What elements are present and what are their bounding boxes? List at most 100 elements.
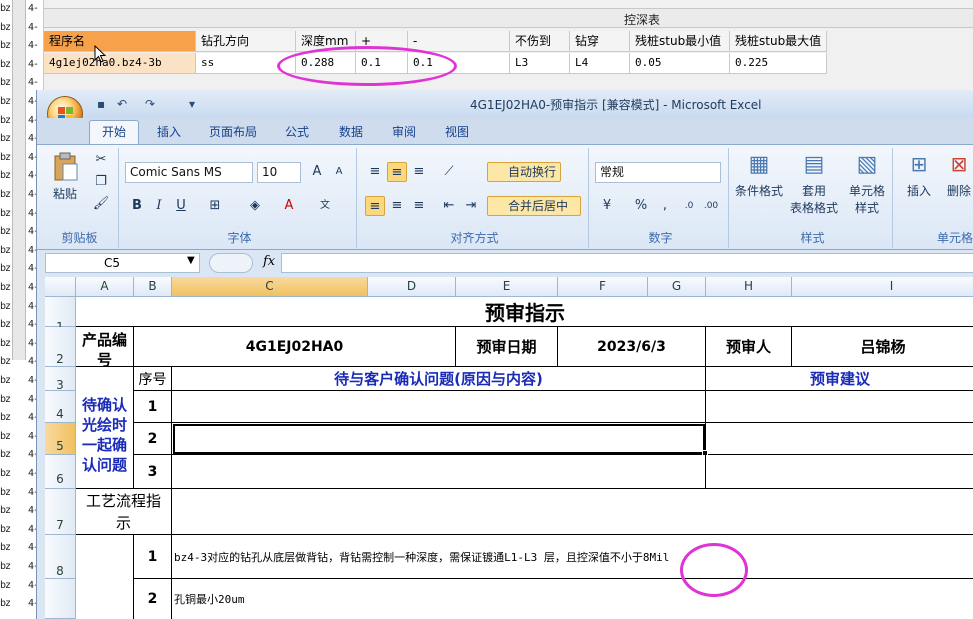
comma-icon[interactable]: , (655, 196, 675, 216)
cell-a3[interactable] (76, 367, 134, 391)
align-top-icon[interactable]: ≡ (365, 162, 385, 182)
grid-header-cell[interactable]: 残桩stub最大值 (730, 31, 827, 52)
insert-function-icon[interactable]: fx (263, 254, 275, 269)
grid-data-cell[interactable]: L3 (510, 53, 570, 74)
tab-page-layout[interactable]: 页面布局 (209, 123, 257, 140)
row-header-1[interactable]: 1 (45, 297, 76, 334)
row-header-2[interactable]: 2 (45, 327, 76, 367)
review-date-label[interactable]: 预审日期 (456, 327, 558, 367)
background-scrollbar[interactable] (12, 0, 26, 360)
grid-data-cell[interactable]: 4g1ej02ha0.bz4-3b (44, 53, 196, 74)
number-format-select[interactable]: 常规 (595, 162, 721, 183)
font-size-select[interactable]: 10 (257, 162, 301, 183)
align-right-icon[interactable]: ≡ (409, 196, 429, 216)
grid-header-cell[interactable]: - (408, 31, 510, 52)
grid-data-row[interactable]: 4g1ej02ha0.bz4-3b ss 0.288 0.1 0.1 L3 L4… (44, 53, 827, 74)
column-header-f[interactable]: F (558, 277, 648, 297)
reviewer-label[interactable]: 预审人 (706, 327, 792, 367)
grow-font-icon[interactable]: A (307, 162, 327, 182)
column-header-i[interactable]: I (792, 277, 973, 297)
column-header-b[interactable]: B (134, 277, 172, 297)
issue-cell-selected[interactable] (172, 423, 706, 455)
grid-header-cell[interactable]: 程序名 (44, 31, 196, 52)
increase-decimal-icon[interactable]: .0 (679, 196, 699, 216)
grid-data-cell[interactable]: 0.1 (408, 53, 510, 74)
format-as-table-button[interactable]: ▤ 套用 表格格式 (785, 152, 843, 216)
delete-cells-button[interactable]: ⊠ 删除 (941, 152, 973, 199)
issue-cell[interactable] (172, 391, 706, 423)
column-header-c[interactable]: C (172, 277, 368, 297)
tab-data[interactable]: 数据 (339, 123, 363, 140)
name-box[interactable]: C5 (45, 253, 200, 273)
issues-header[interactable]: 待与客户确认问题(原因与内容) (172, 367, 706, 391)
font-name-select[interactable]: Comic Sans MS (125, 162, 253, 183)
conditional-format-button[interactable]: ▦ 条件格式 (733, 152, 785, 199)
align-left-icon[interactable]: ≡ (365, 196, 385, 216)
column-header-d[interactable]: D (368, 277, 456, 297)
grid-header-cell[interactable]: 残桩stub最小值 (630, 31, 730, 52)
grid-data-cell[interactable]: ss (196, 53, 296, 74)
align-center-icon[interactable]: ≡ (387, 196, 407, 216)
review-date-value[interactable]: 2023/6/3 (558, 327, 706, 367)
align-bottom-icon[interactable]: ≡ (409, 162, 429, 182)
process-seq-cell[interactable]: 2 (134, 579, 172, 619)
process-cell[interactable] (172, 489, 973, 535)
grid-header-cell[interactable]: 不伤到 (510, 31, 570, 52)
grid-data-cell[interactable]: L4 (570, 53, 630, 74)
select-all-corner[interactable] (45, 277, 76, 297)
seq-cell[interactable]: 3 (134, 455, 172, 489)
process-seq-cell[interactable]: 1 (134, 535, 172, 579)
suggestion-cell[interactable] (706, 423, 973, 455)
decrease-indent-icon[interactable]: ⇤ (439, 196, 459, 216)
percent-icon[interactable]: % (631, 196, 651, 216)
orientation-icon[interactable]: ⟋ (439, 162, 459, 182)
grid-header-cell[interactable]: + (356, 31, 408, 52)
seq-header[interactable]: 序号 (134, 367, 172, 391)
copy-icon[interactable]: ❐ (91, 172, 111, 192)
row-header-8[interactable]: 8 (45, 535, 76, 579)
process-label[interactable]: 工艺流程指示 (76, 489, 172, 535)
row-header-6[interactable]: 6 (45, 455, 76, 489)
process-text-cell[interactable]: bz4-3对应的钻孔从底层做背钻，背钻需控制一种深度，需保证镀通L1-L3 层，… (172, 535, 973, 579)
fill-color-icon[interactable]: ◈ (245, 196, 265, 216)
underline-icon[interactable]: U (171, 196, 191, 216)
seq-cell[interactable]: 1 (134, 391, 172, 423)
cell-styles-button[interactable]: ▧ 单元格 样式 (843, 152, 891, 216)
suggestion-cell[interactable] (706, 455, 973, 489)
format-painter-icon[interactable]: 🖌 (91, 194, 111, 214)
save-icon[interactable]: ▪ (97, 97, 113, 111)
undo-icon[interactable]: ↶ (117, 97, 133, 111)
pending-confirm-label[interactable]: 待确认光绘时一起确认问题 (76, 391, 134, 474)
column-header-a[interactable]: A (76, 277, 134, 297)
suggestion-header[interactable]: 预审建议 (706, 367, 973, 391)
row-header-7[interactable]: 7 (45, 489, 76, 535)
paste-button[interactable]: 粘贴 (47, 152, 83, 214)
merge-center-button[interactable]: 合并后居中 (487, 196, 581, 216)
grid-header-cell[interactable]: 钻孔方向 (196, 31, 296, 52)
row-header-4[interactable]: 4 (45, 391, 76, 423)
wrap-text-button[interactable]: 自动换行 (487, 162, 561, 182)
shrink-font-icon[interactable]: A (329, 162, 349, 182)
tab-review[interactable]: 审阅 (392, 123, 416, 140)
italic-icon[interactable]: I (149, 196, 169, 216)
product-number-label[interactable]: 产品编号 (76, 327, 134, 367)
borders-icon[interactable]: ⊞ (205, 196, 225, 216)
currency-icon[interactable]: ¥ (597, 196, 617, 216)
align-middle-icon[interactable]: ≡ (387, 162, 407, 182)
increase-indent-icon[interactable]: ⇥ (461, 196, 481, 216)
tab-formulas[interactable]: 公式 (285, 123, 309, 140)
font-color-icon[interactable]: A (279, 196, 299, 216)
formula-input[interactable] (281, 253, 973, 273)
issue-cell[interactable] (172, 455, 706, 489)
grid-data-cell[interactable]: 0.288 (296, 53, 356, 74)
grid-data-cell[interactable]: 0.225 (730, 53, 827, 74)
column-header-g[interactable]: G (648, 277, 706, 297)
decrease-decimal-icon[interactable]: .00 (701, 196, 721, 216)
phonetic-icon[interactable]: 文 (315, 196, 335, 216)
process-text-cell[interactable]: 孔铜最小20um (172, 579, 973, 619)
insert-cells-button[interactable]: ⊞ 插入 (901, 152, 937, 199)
grid-header-cell[interactable]: 深度mm (296, 31, 356, 52)
tab-home[interactable]: 开始 (89, 120, 139, 144)
product-number-value[interactable]: 4G1EJ02HA0 (134, 327, 456, 367)
cell-a8[interactable] (76, 535, 134, 619)
